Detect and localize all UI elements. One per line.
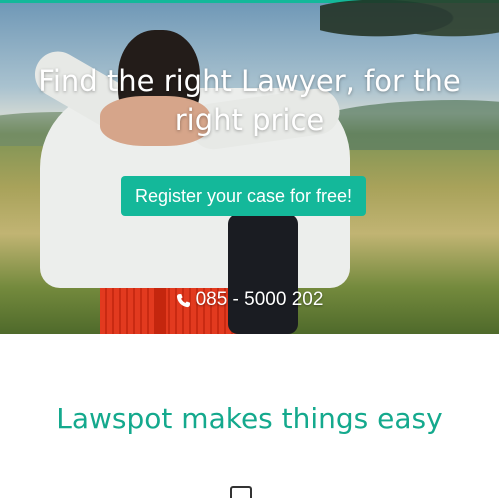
phone-number: 085 - 5000 202 bbox=[195, 289, 324, 310]
register-case-button[interactable]: Register your case for free! bbox=[121, 176, 366, 216]
background-tree bbox=[320, 0, 499, 50]
man-trousers bbox=[228, 214, 298, 334]
briefcase-icon bbox=[230, 486, 252, 498]
hero-title: Find the right Lawyer, for the right pri… bbox=[38, 64, 461, 137]
section-title: Lawspot makes things easy bbox=[56, 402, 443, 435]
phone-link[interactable]: 085 - 5000 202 bbox=[0, 289, 499, 311]
hero-banner: Find the right Lawyer, for the right pri… bbox=[0, 0, 499, 334]
phone-icon bbox=[176, 293, 190, 307]
